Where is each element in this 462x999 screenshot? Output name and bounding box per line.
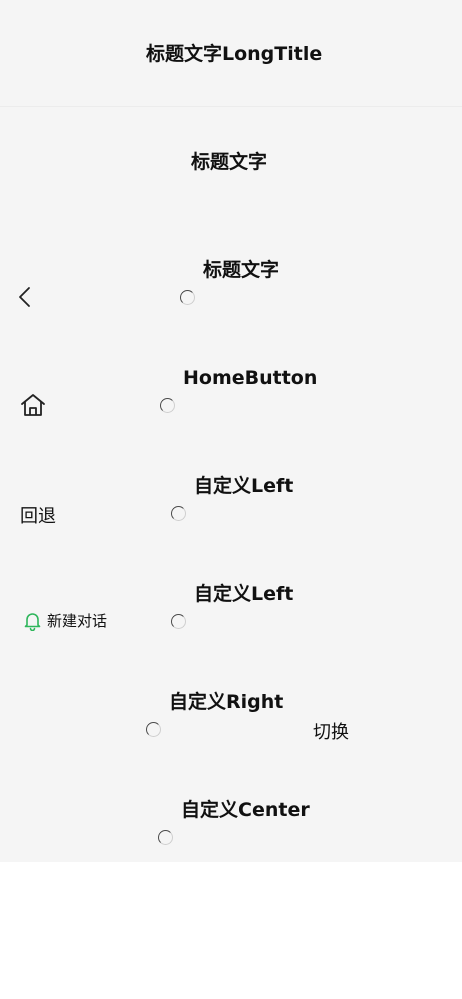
navbar-custom-center: 自定义Center — [0, 756, 462, 864]
loading-spinner-icon — [171, 506, 186, 521]
navbar-title: 标题文字 — [191, 151, 268, 173]
navbar-custom-left-text: 回退 自定义Left — [0, 432, 462, 540]
loading-spinner-icon — [171, 614, 186, 629]
navbar-home: HomeButton — [0, 324, 462, 432]
navbar-custom-right: 自定义Right 切换 — [0, 648, 462, 756]
navbar-title: 自定义Right — [169, 691, 284, 713]
switch-button[interactable]: 切换 — [313, 718, 349, 744]
navbar-plain-title: 标题文字 — [0, 108, 462, 216]
bell-icon — [22, 610, 43, 631]
home-icon[interactable] — [19, 392, 47, 418]
divider — [0, 106, 462, 107]
back-chevron-icon[interactable] — [16, 285, 34, 309]
navbar-long-title: 标题文字LongTitle — [0, 0, 462, 108]
loading-spinner-icon — [146, 722, 161, 737]
navbar-custom-left-icon: 新建对话 自定义Left — [0, 540, 462, 648]
loading-spinner-icon — [180, 290, 195, 305]
navbar-title: 自定义Left — [194, 583, 294, 605]
navbar-title: 自定义Center — [181, 799, 310, 821]
navbar-back: 标题文字 — [0, 216, 462, 324]
navbar-title: 标题文字LongTitle — [146, 43, 323, 65]
page: 标题文字LongTitle 标题文字 标题文字 HomeButton 回退 自定… — [0, 0, 462, 999]
navbar-demo-list: 标题文字LongTitle 标题文字 标题文字 HomeButton 回退 自定… — [0, 0, 462, 862]
new-chat-label: 新建对话 — [47, 612, 108, 630]
new-chat-button[interactable]: 新建对话 — [22, 610, 107, 631]
back-text-button[interactable]: 回退 — [20, 502, 56, 528]
loading-spinner-icon — [158, 830, 173, 845]
navbar-title: HomeButton — [183, 367, 318, 389]
navbar-title: 自定义Left — [194, 475, 294, 497]
loading-spinner-icon — [160, 398, 175, 413]
navbar-title: 标题文字 — [203, 259, 280, 281]
